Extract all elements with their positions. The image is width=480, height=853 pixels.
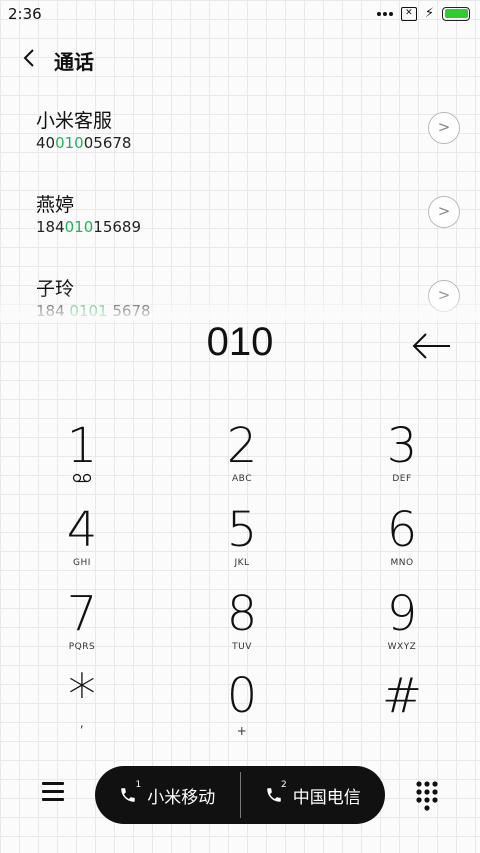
list-item[interactable]: 小米客服 4001005678 > bbox=[0, 96, 480, 180]
contact-number: 184 0101 5678 bbox=[36, 302, 151, 320]
dial-entry: 010 bbox=[0, 320, 480, 374]
key-5[interactable]: 5 JKL bbox=[162, 504, 322, 586]
bottom-bar: 1 小米移动 2 中国电信 bbox=[0, 766, 480, 826]
battery-icon bbox=[442, 6, 470, 21]
status-time: 2:36 bbox=[8, 5, 42, 23]
dialed-number: 010 bbox=[206, 320, 274, 364]
contact-name: 燕婷 bbox=[36, 194, 75, 216]
key-2[interactable]: 2 ABC bbox=[162, 420, 322, 502]
back-arrow-icon[interactable] bbox=[18, 46, 42, 70]
call-sim1-button[interactable]: 1 小米移动 bbox=[95, 766, 240, 824]
contact-suggestions: 小米客服 4001005678 > 燕婷 18401015689 > 子玲 18… bbox=[0, 96, 480, 321]
key-6[interactable]: 6 MNO bbox=[322, 504, 480, 586]
backspace-arrow-icon[interactable] bbox=[410, 332, 454, 360]
phone-sim2-icon: 2 bbox=[265, 780, 287, 804]
page-title: 通话 bbox=[54, 50, 94, 74]
call-sim2-button[interactable]: 2 中国电信 bbox=[241, 766, 386, 824]
menu-icon[interactable] bbox=[42, 782, 64, 802]
status-bar: 2:36 ✕ ⚡ bbox=[0, 0, 480, 28]
contact-detail-chevron-icon[interactable]: > bbox=[428, 112, 460, 144]
phone-sim1-icon: 1 bbox=[119, 780, 141, 804]
list-item[interactable]: 燕婷 18401015689 > bbox=[0, 180, 480, 264]
key-1[interactable]: 1 bbox=[2, 420, 162, 502]
key-0[interactable]: 0 + bbox=[162, 670, 322, 752]
voicemail-icon bbox=[72, 473, 92, 483]
call-buttons: 1 小米移动 2 中国电信 bbox=[95, 766, 385, 824]
contact-detail-chevron-icon[interactable]: > bbox=[428, 196, 460, 228]
sim2-carrier-label: 中国电信 bbox=[292, 787, 361, 808]
contact-number: 18401015689 bbox=[36, 218, 141, 236]
key-7[interactable]: 7 PQRS bbox=[2, 588, 162, 670]
sim1-carrier-label: 小米移动 bbox=[147, 787, 216, 808]
list-item[interactable]: 子玲 184 0101 5678 > bbox=[0, 264, 480, 321]
key-3[interactable]: 3 DEF bbox=[322, 420, 480, 502]
contact-name: 子玲 bbox=[36, 278, 75, 300]
notification-dots-icon bbox=[376, 11, 393, 16]
key-9[interactable]: 9 WXYZ bbox=[322, 588, 480, 670]
contact-name: 小米客服 bbox=[36, 110, 113, 132]
key-8[interactable]: 8 TUV bbox=[162, 588, 322, 670]
key-star[interactable]: *, bbox=[2, 668, 162, 752]
dialpad-toggle-icon[interactable] bbox=[416, 781, 438, 811]
contact-number: 4001005678 bbox=[36, 134, 132, 152]
contact-detail-chevron-icon[interactable]: > bbox=[428, 280, 460, 312]
charging-icon: ⚡ bbox=[424, 6, 434, 21]
no-sim-icon: ✕ bbox=[400, 6, 417, 21]
key-4[interactable]: 4 GHI bbox=[2, 504, 162, 586]
header: 通话 bbox=[0, 40, 480, 76]
key-hash[interactable]: # bbox=[322, 670, 480, 752]
status-icons: ✕ ⚡ bbox=[376, 6, 470, 21]
